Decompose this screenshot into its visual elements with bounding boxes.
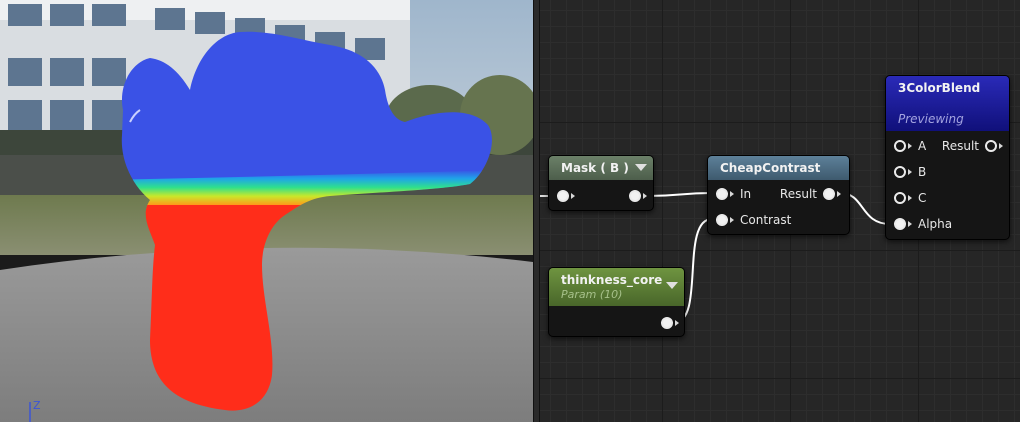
c-label: C <box>918 191 927 205</box>
contrast-result-pin[interactable]: Result <box>780 186 841 202</box>
preview-viewport[interactable]: Z <box>0 0 533 422</box>
param-node-subtitle: Param (10) <box>561 288 623 301</box>
pin-arrow-icon <box>908 143 912 149</box>
result-label: Result <box>779 187 817 201</box>
pin-circle-icon <box>716 214 728 226</box>
a-label: A <box>918 139 927 153</box>
three-color-blend-node-header[interactable]: 3ColorBlend Previewing <box>886 76 1009 131</box>
three-color-blend-node[interactable]: 3ColorBlend Previewing A B C Alpha Resul… <box>885 75 1010 240</box>
pin-arrow-icon <box>999 143 1003 149</box>
mask-node-header[interactable]: Mask ( B ) <box>549 156 653 180</box>
viewport-scene <box>0 0 533 422</box>
pin-arrow-icon <box>908 169 912 175</box>
pin-arrow-icon <box>837 191 841 197</box>
mask-node-title: Mask ( B ) <box>561 161 629 175</box>
chevron-down-icon[interactable] <box>666 282 678 289</box>
result-label: Result <box>941 139 979 153</box>
pin-circle-icon <box>894 166 906 178</box>
cheap-contrast-node-title: CheapContrast <box>720 161 821 175</box>
contrast-label: Contrast <box>740 213 792 227</box>
pin-arrow-icon <box>908 195 912 201</box>
alpha-label: Alpha <box>918 217 953 231</box>
previewing-status: Previewing <box>898 112 964 126</box>
pin-circle-icon <box>661 317 673 329</box>
pin-circle-icon <box>629 190 641 202</box>
in-label: In <box>740 187 752 201</box>
pin-arrow-icon <box>908 221 912 227</box>
blend-a-pin[interactable]: A <box>894 138 926 154</box>
pin-arrow-icon <box>730 217 734 223</box>
pin-circle-icon <box>894 140 906 152</box>
cheap-contrast-node[interactable]: CheapContrast In Contrast Result <box>707 155 850 235</box>
pin-circle-icon <box>823 188 835 200</box>
panel-splitter[interactable] <box>533 0 540 422</box>
contrast-contrast-pin[interactable]: Contrast <box>716 212 791 228</box>
pin-arrow-icon <box>571 193 575 199</box>
mask-node[interactable]: Mask ( B ) <box>548 155 654 211</box>
chevron-down-icon[interactable] <box>635 164 647 171</box>
blend-alpha-pin[interactable]: Alpha <box>894 216 952 232</box>
param-output-pin[interactable] <box>661 315 679 331</box>
pin-arrow-icon <box>675 320 679 326</box>
cheap-contrast-node-header[interactable]: CheapContrast <box>708 156 849 180</box>
blend-b-pin[interactable]: B <box>894 164 926 180</box>
z-axis-label: Z <box>33 399 41 412</box>
pin-circle-icon <box>716 188 728 200</box>
pin-circle-icon <box>557 190 569 202</box>
material-graph[interactable]: Mask ( B ) thinkness_core Param (10) Che… <box>540 0 1020 422</box>
pin-circle-icon <box>894 192 906 204</box>
three-color-blend-node-title: 3ColorBlend <box>898 81 981 95</box>
blend-result-pin[interactable]: Result <box>942 138 1003 154</box>
pin-circle-icon <box>894 218 906 230</box>
param-node-header[interactable]: thinkness_core Param (10) <box>549 268 684 306</box>
blend-c-pin[interactable]: C <box>894 190 926 206</box>
b-label: B <box>918 165 927 179</box>
mask-input-pin[interactable] <box>557 188 575 204</box>
wire-mask-out-to-contrast-in <box>646 192 713 197</box>
param-node[interactable]: thinkness_core Param (10) <box>548 267 685 337</box>
pin-circle-icon <box>985 140 997 152</box>
mask-output-pin[interactable] <box>629 188 647 204</box>
pin-arrow-icon <box>643 193 647 199</box>
contrast-in-pin[interactable]: In <box>716 186 751 202</box>
pin-arrow-icon <box>730 191 734 197</box>
